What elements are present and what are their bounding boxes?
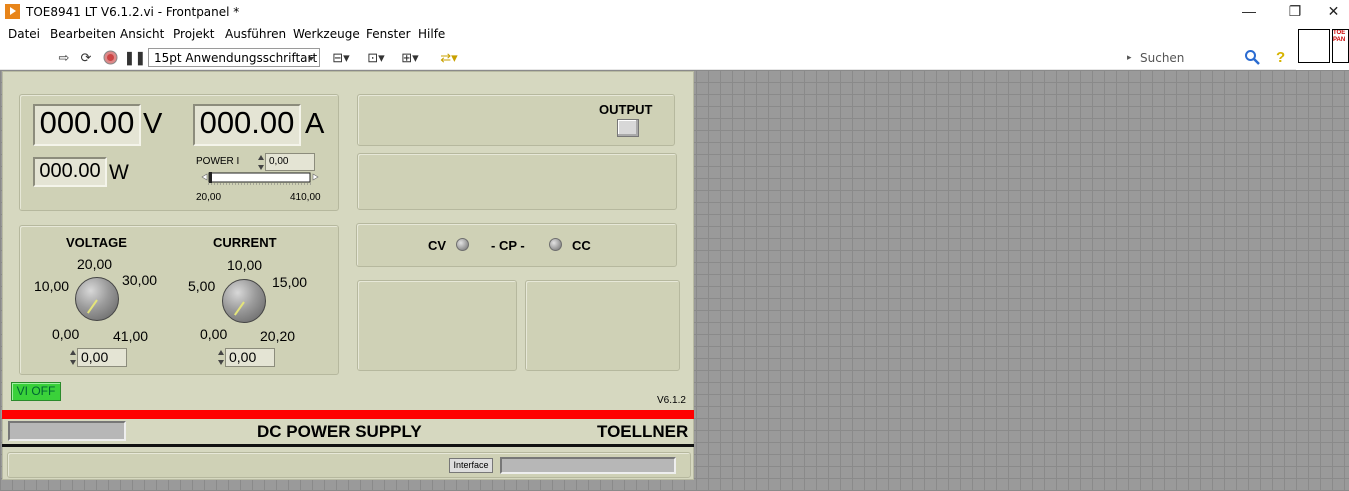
current-knob[interactable] (222, 279, 266, 323)
abort-icon[interactable] (102, 50, 118, 65)
run-arrow-icon[interactable]: ⇨ (56, 50, 72, 65)
interface-button[interactable]: Interface (449, 458, 493, 473)
power-unit: W (109, 161, 129, 184)
toolbar: ⇨ ⟳ ❚❚ 15pt Anwendungsschriftart ⊟▾ ⊡▾ ⊞… (0, 44, 1296, 70)
banner-title: DC POWER SUPPLY (257, 422, 422, 441)
power-limit-slider[interactable] (199, 171, 321, 185)
status-group-empty (357, 153, 677, 210)
search-arrow-icon: ▸ (1127, 52, 1132, 62)
menu-ausfuehren[interactable]: Ausführen (225, 27, 286, 41)
red-stripe (2, 410, 694, 419)
output-label: OUTPUT (599, 102, 653, 117)
voltage-display: 000.00 (33, 104, 141, 146)
distribute-icon[interactable]: ⊡▾ (364, 50, 388, 65)
current-scale-1: 5,00 (188, 278, 216, 294)
power-limit-spinner[interactable] (258, 153, 265, 172)
voltage-knob-title: VOLTAGE (66, 235, 127, 250)
voltage-knob-pointer (87, 299, 98, 314)
search-input[interactable]: Suchen (1140, 51, 1184, 65)
cp-label: - CP - (491, 238, 525, 253)
current-scale-4: 20,20 (260, 328, 296, 344)
current-knob-pointer (234, 301, 245, 316)
voltage-scale-4: 41,00 (113, 328, 149, 344)
power-limit-label: POWER I (196, 156, 240, 167)
close-button[interactable]: ✕ (1318, 0, 1349, 24)
menu-hilfe[interactable]: Hilfe (418, 27, 445, 41)
voltage-scale-2: 20,00 (77, 256, 113, 272)
interface-label: Interface (453, 460, 489, 470)
menu-projekt[interactable]: Projekt (173, 27, 214, 41)
pause-icon[interactable]: ❚❚ (124, 50, 146, 65)
cc-label: CC (572, 238, 591, 253)
maximize-button[interactable]: ❐ (1272, 0, 1318, 24)
voltage-input[interactable]: 0,00 (77, 348, 127, 367)
labview-app-icon (5, 4, 20, 19)
voltage-scale-3: 30,00 (122, 272, 158, 288)
cv-led (456, 238, 469, 251)
search-box[interactable]: ▸ Suchen (1126, 49, 1266, 67)
current-input[interactable]: 0,00 (225, 348, 275, 367)
vi-icon-text: TOE PAN (1333, 30, 1346, 43)
current-knob-title: CURRENT (213, 235, 277, 250)
current-unit: A (305, 108, 325, 140)
reorder-icon[interactable]: ⇄▾ (436, 50, 462, 65)
menu-datei[interactable]: Datei (8, 27, 40, 41)
menu-bearbeiten[interactable]: Bearbeiten (50, 27, 116, 41)
voltage-unit: V (143, 108, 163, 140)
vi-off-button[interactable]: VI OFF (11, 382, 61, 401)
banner-brand: TOELLNER (597, 422, 689, 441)
voltage-spinner[interactable] (70, 348, 77, 367)
cc-led (549, 238, 562, 251)
current-spinner[interactable] (218, 348, 225, 367)
power-limit-max: 410,00 (290, 192, 321, 203)
version-label: V6.1.2 (657, 395, 686, 406)
vi-off-label: VI OFF (16, 384, 56, 398)
voltage-scale-0: 0,00 (52, 326, 80, 342)
menu-bar: Datei Bearbeiten Ansicht Projekt Ausführ… (0, 24, 1296, 44)
power-limit-min: 20,00 (196, 192, 222, 203)
vi-icon: TOE PAN (1332, 29, 1349, 63)
help-icon[interactable]: ? (1276, 49, 1285, 66)
menu-ansicht[interactable]: Ansicht (120, 27, 164, 41)
run-continuous-icon[interactable]: ⟳ (78, 50, 94, 65)
interface-status-field (500, 457, 676, 474)
current-display: 000.00 (193, 104, 301, 146)
voltage-scale-1: 10,00 (34, 278, 70, 294)
menu-werkzeuge[interactable]: Werkzeuge (293, 27, 360, 41)
resize-icon[interactable]: ⊞▾ (398, 50, 422, 65)
font-select-value: 15pt Anwendungsschriftart (154, 51, 318, 65)
black-stripe (2, 444, 694, 447)
voltage-knob[interactable] (75, 277, 119, 321)
chevron-down-icon (308, 57, 314, 61)
output-button[interactable] (617, 119, 639, 137)
status-field-left (8, 421, 126, 441)
power-limit-input[interactable]: 0,00 (265, 153, 315, 171)
title-bar: TOE8941 LT V6.1.2.vi - Frontpanel * — ❐ … (0, 0, 1349, 24)
search-icon[interactable] (1244, 49, 1260, 68)
minimize-button[interactable]: — (1226, 0, 1272, 24)
menu-fenster[interactable]: Fenster (366, 27, 411, 41)
font-select[interactable]: 15pt Anwendungsschriftart (148, 48, 320, 67)
empty-group-right (525, 280, 680, 371)
current-scale-3: 15,00 (272, 274, 308, 290)
connector-pane-icon (1298, 29, 1330, 63)
current-scale-0: 0,00 (200, 326, 228, 342)
cv-label: CV (428, 238, 447, 253)
current-scale-2: 10,00 (227, 257, 263, 273)
power-display: 000.00 (33, 157, 107, 187)
empty-group-left (357, 280, 517, 371)
align-icon[interactable]: ⊟▾ (330, 50, 352, 65)
window-title: TOE8941 LT V6.1.2.vi - Frontpanel * (26, 5, 240, 19)
